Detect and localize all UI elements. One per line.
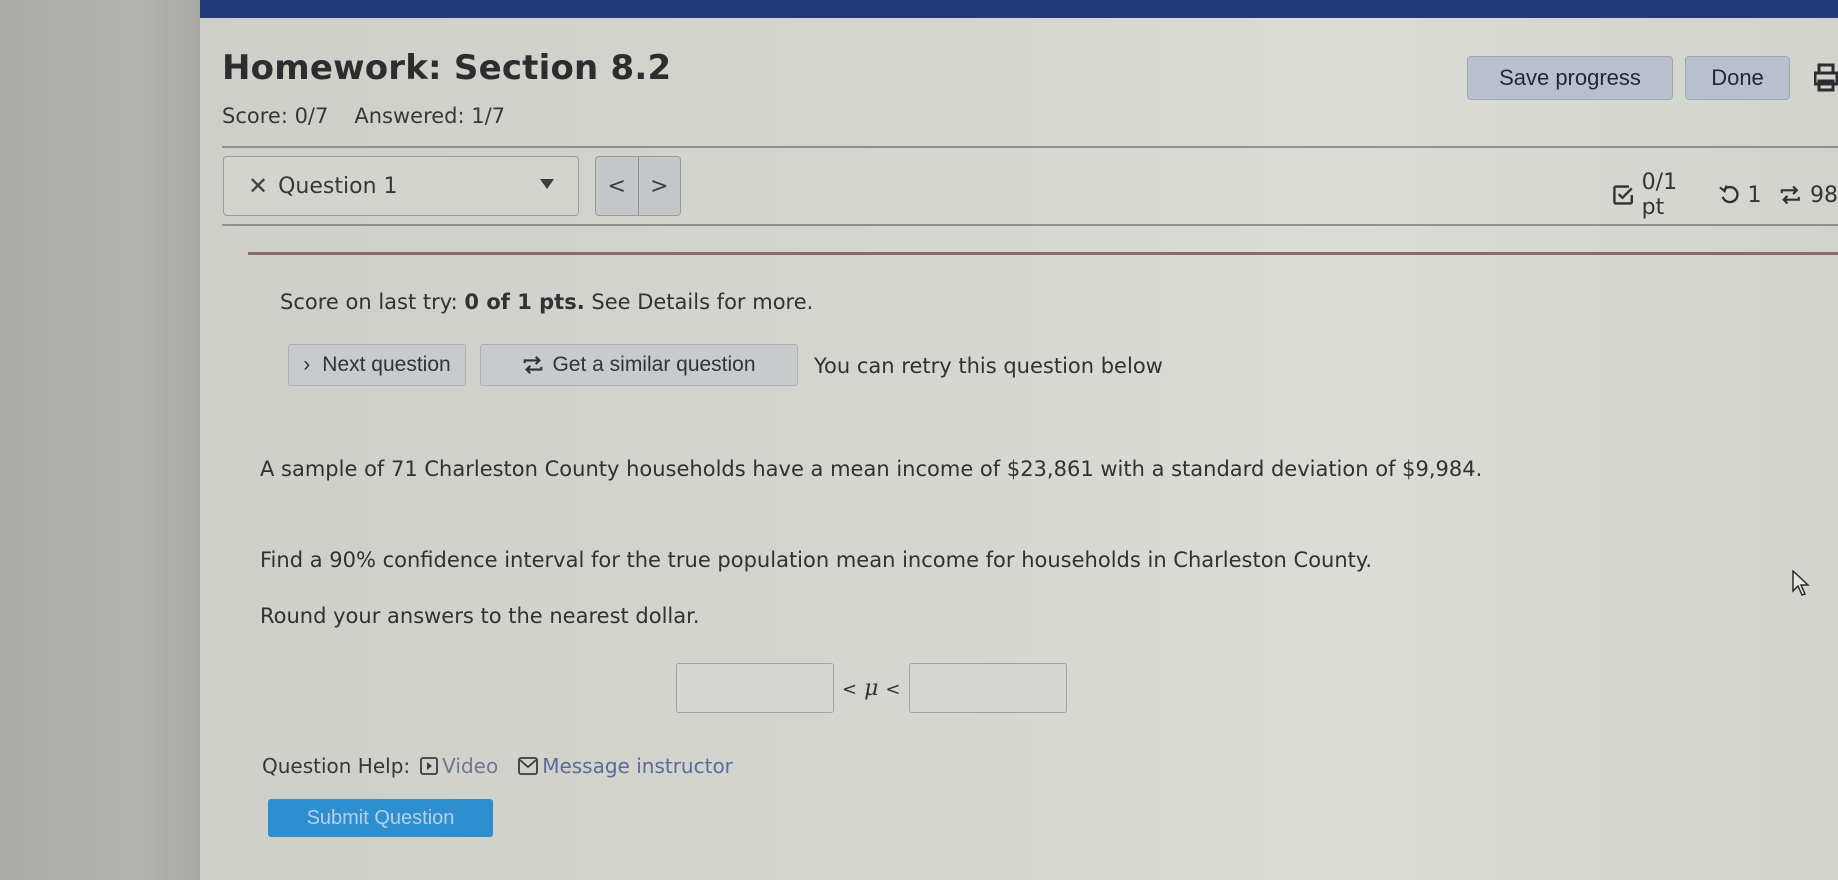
chevron-right-icon: › xyxy=(303,353,311,376)
less-than: < xyxy=(885,678,901,700)
question-text-rounding: Round your answers to the nearest dollar… xyxy=(260,604,700,628)
similar-question-label: Get a similar question xyxy=(552,353,756,376)
question-text-task: Find a 90% confidence interval for the t… xyxy=(260,548,1373,572)
message-instructor-link[interactable]: Message instructor xyxy=(518,754,733,778)
page-title: Homework: Section 8.2 xyxy=(222,48,672,88)
video-link[interactable]: Video xyxy=(420,754,498,778)
next-question-label: Next question xyxy=(322,353,451,376)
last-try-prefix: Score on last try: xyxy=(280,290,465,314)
video-link-label: Video xyxy=(442,754,499,778)
question-select[interactable]: ✕ Question 1 xyxy=(223,156,579,216)
question-help: Question Help: Video Message instructor xyxy=(262,754,733,778)
last-try-score: Score on last try: 0 of 1 pts. See Detai… xyxy=(280,290,813,314)
top-nav-bar xyxy=(200,0,1838,18)
confidence-interval-inputs: < μ < xyxy=(676,663,1067,713)
mail-icon xyxy=(518,757,539,775)
similar-question-icon xyxy=(1781,185,1801,205)
mu-symbol: μ xyxy=(864,675,879,701)
question-pager: < > xyxy=(595,156,681,216)
similar-question-icon xyxy=(524,356,543,374)
checkbox-points-icon xyxy=(1613,185,1633,205)
upper-bound-input[interactable] xyxy=(908,663,1067,713)
points-text: 0/1 pt xyxy=(1641,170,1678,220)
next-question-arrow-button[interactable]: > xyxy=(637,157,681,215)
score-summary: Score: 0/7 Answered: 1/7 xyxy=(222,104,505,128)
less-than: < xyxy=(842,678,858,700)
question-status: 0/1 pt 1 98 xyxy=(1613,170,1838,220)
retries-count: 1 xyxy=(1747,182,1762,208)
submit-question-button[interactable]: Submit Question xyxy=(268,799,493,837)
done-button[interactable]: Done xyxy=(1685,56,1790,100)
divider xyxy=(222,224,1838,226)
question-select-label: Question 1 xyxy=(278,173,398,199)
message-instructor-label: Message instructor xyxy=(542,754,733,778)
incorrect-x-icon: ✕ xyxy=(248,172,269,200)
desktop-left-margin xyxy=(0,0,200,880)
mouse-cursor-icon xyxy=(1792,569,1812,602)
similar-question-button[interactable]: Get a similar question xyxy=(480,344,798,386)
mu-inequality: < μ < xyxy=(842,676,901,701)
previous-question-button[interactable]: < xyxy=(596,157,638,215)
lower-bound-input[interactable] xyxy=(676,663,834,713)
divider xyxy=(222,146,1838,148)
feedback-box-border xyxy=(248,252,1838,255)
similar-count: 98 xyxy=(1810,182,1838,208)
question-text-sample: A sample of 71 Charleston County househo… xyxy=(260,457,1483,481)
retry-note: You can retry this question below xyxy=(814,354,1163,378)
homework-page: Homework: Section 8.2 Score: 0/7 Answered… xyxy=(200,18,1838,880)
video-icon xyxy=(420,757,439,775)
next-question-button[interactable]: › Next question xyxy=(288,344,466,386)
last-try-points: 0 of 1 pts. xyxy=(464,290,585,314)
score-text: Score: 0/7 xyxy=(222,104,329,128)
retry-icon xyxy=(1719,185,1739,204)
dropdown-caret-icon xyxy=(540,179,554,189)
answered-text: Answered: 1/7 xyxy=(354,104,506,128)
question-help-label: Question Help: xyxy=(262,754,411,778)
save-progress-button[interactable]: Save progress xyxy=(1467,56,1673,100)
print-icon[interactable] xyxy=(1813,63,1838,93)
last-try-suffix: See Details for more. xyxy=(584,290,814,314)
